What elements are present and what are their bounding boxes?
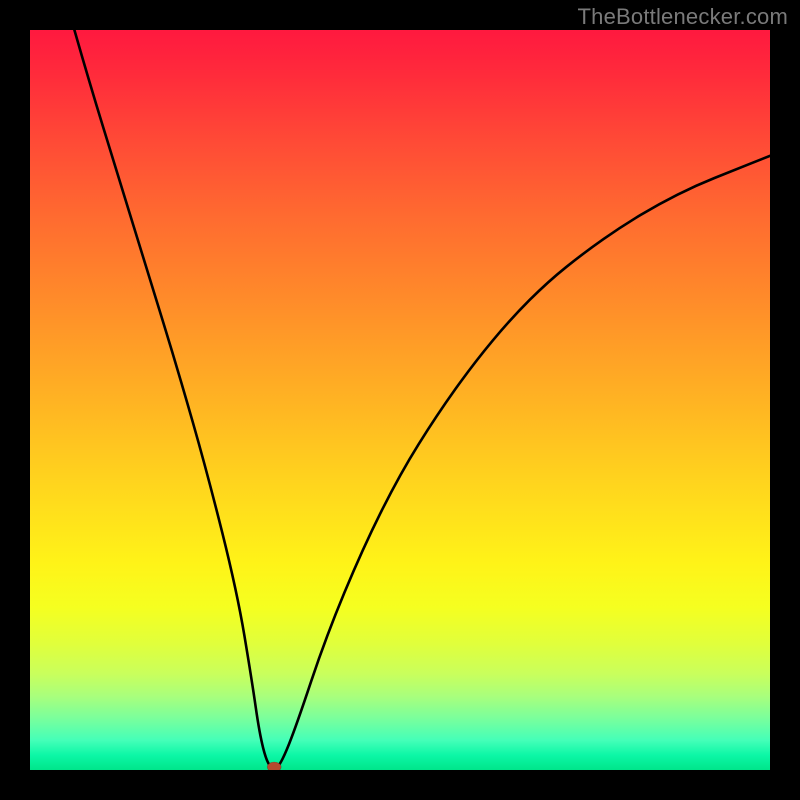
curve-layer [30, 30, 770, 770]
minimum-marker [267, 762, 281, 770]
bottleneck-curve [74, 30, 770, 768]
watermark-text: TheBottlenecker.com [578, 4, 788, 30]
chart-frame: TheBottlenecker.com [0, 0, 800, 800]
plot-area [30, 30, 770, 770]
